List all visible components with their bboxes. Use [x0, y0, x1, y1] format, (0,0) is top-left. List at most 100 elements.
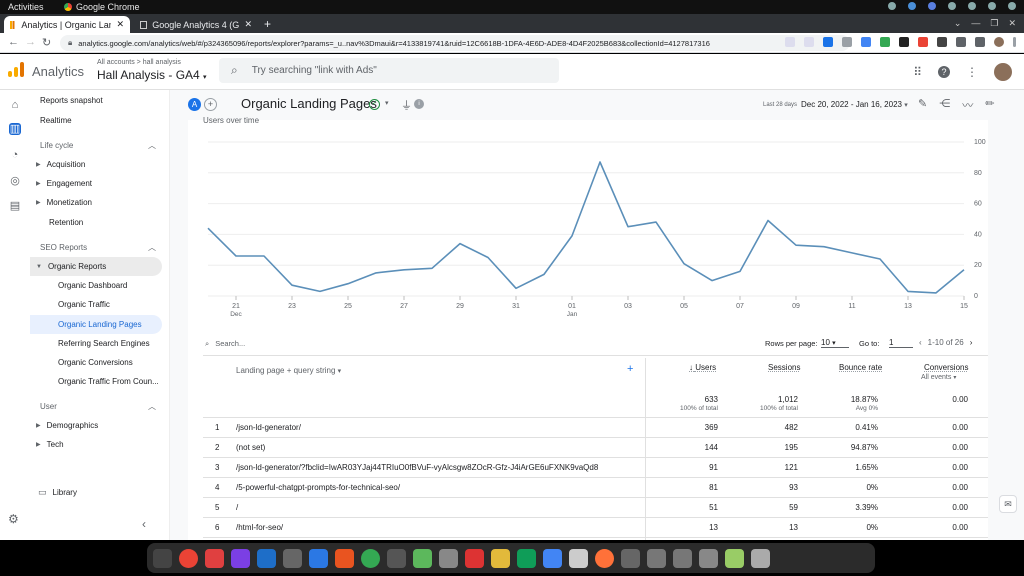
edit-pencil-icon[interactable]: ✏	[985, 97, 994, 113]
sidebar-item-organic-traffic[interactable]: Organic Traffic	[30, 295, 162, 314]
reload-icon[interactable]: ↻	[42, 36, 51, 49]
caret-down-icon[interactable]: ▾	[385, 99, 389, 107]
sidebar-item-realtime[interactable]: Realtime	[30, 111, 162, 130]
extension-icon[interactable]	[918, 37, 928, 47]
files-icon[interactable]	[283, 548, 302, 568]
user-avatar[interactable]	[994, 63, 1012, 81]
activities-button[interactable]: Activities	[8, 2, 44, 12]
row-landing-page[interactable]: /	[236, 503, 238, 512]
filter-icon[interactable]: ⏚	[401, 97, 412, 113]
data-point[interactable]	[624, 223, 632, 231]
window-icon[interactable]	[621, 548, 640, 568]
comparison-badge[interactable]: A	[188, 98, 201, 111]
firefox-icon[interactable]	[595, 548, 614, 568]
data-point[interactable]	[456, 240, 464, 248]
close-tab-icon[interactable]: ✕	[244, 19, 252, 30]
tray-icon[interactable]	[888, 2, 896, 10]
sidebar-item-engagement[interactable]: ▶ Engagement	[30, 174, 162, 193]
minimize-icon[interactable]: —	[971, 18, 980, 29]
add-dimension-icon[interactable]: +	[627, 363, 633, 375]
table-row[interactable]: 6/html-for-seo/13 13 0% 0.00	[203, 518, 988, 538]
show-apps-icon[interactable]	[751, 548, 770, 568]
data-point[interactable]	[960, 266, 968, 274]
volume-icon[interactable]	[988, 2, 996, 10]
sidebar-item-organic-landing-pages[interactable]: Organic Landing Pages	[30, 315, 162, 334]
new-tab-button[interactable]: +	[264, 17, 271, 31]
reports-icon[interactable]: ▥	[9, 123, 21, 135]
data-point[interactable]	[736, 267, 744, 275]
data-point[interactable]	[540, 270, 548, 278]
ga-search-bar[interactable]: ⌕ Try searching "link with Ads"	[219, 58, 559, 83]
forward-icon[interactable]: →	[25, 36, 36, 48]
notes-icon[interactable]	[491, 548, 510, 568]
row-landing-page[interactable]: /json-ld-generator/	[236, 423, 301, 432]
customize-report-icon[interactable]: ✎	[918, 97, 927, 113]
share-report-icon[interactable]: ⋲	[939, 97, 950, 113]
row-landing-page[interactable]: /5-powerful-chatgpt-prompts-for-technica…	[236, 483, 400, 492]
next-page-icon[interactable]: ›	[970, 338, 973, 347]
data-point[interactable]	[708, 277, 716, 285]
maximize-icon[interactable]: ❐	[990, 18, 998, 29]
editor-icon[interactable]	[439, 548, 458, 568]
data-point[interactable]	[400, 266, 408, 274]
column-sessions[interactable]: Sessions	[768, 363, 800, 372]
table-row[interactable]: 2 (not set) 144 195 94.87% 0.00	[203, 438, 988, 458]
profile-avatar[interactable]	[994, 37, 1004, 47]
trash-icon[interactable]	[725, 548, 744, 568]
terminal-icon[interactable]	[153, 548, 172, 568]
bookmark-star-icon[interactable]	[804, 37, 814, 47]
data-point[interactable]	[260, 252, 268, 260]
sidebar-section-user[interactable]: User ︿	[30, 397, 162, 416]
extension-icon[interactable]	[880, 37, 890, 47]
sidebar-item-demographics[interactable]: ▶ Demographics	[30, 416, 162, 435]
apps-grid-icon[interactable]: ⠿	[913, 65, 922, 79]
home-icon[interactable]: ⌂	[9, 99, 21, 111]
prev-page-icon[interactable]: ‹	[919, 338, 922, 347]
tab-analytics[interactable]: Analytics | Organic Landi ✕	[4, 16, 130, 33]
extension-icon[interactable]	[842, 37, 852, 47]
extension-icon[interactable]	[899, 37, 909, 47]
data-point[interactable]	[372, 269, 380, 277]
tray-icon[interactable]	[908, 2, 916, 10]
extension-icon[interactable]	[861, 37, 871, 47]
insights-icon[interactable]: 〰	[962, 97, 973, 113]
row-landing-page[interactable]: /json-ld-generator/?fbclid=IwAR03YJaj44T…	[236, 463, 598, 472]
data-point[interactable]	[512, 284, 520, 292]
data-point[interactable]	[204, 224, 212, 232]
tray-icon[interactable]	[928, 2, 936, 10]
wifi-icon[interactable]	[968, 2, 976, 10]
sidebar-section-seo-reports[interactable]: SEO Reports ︿	[30, 238, 162, 257]
chrome-icon[interactable]	[179, 548, 198, 568]
close-tab-icon[interactable]: ✕	[116, 19, 124, 30]
collapse-nav-icon[interactable]: ‹	[142, 517, 146, 531]
outlook-icon[interactable]	[257, 548, 276, 568]
software-icon[interactable]	[335, 548, 354, 568]
sidebar-item-organic-conversions[interactable]: Organic Conversions	[30, 353, 162, 372]
data-point[interactable]	[876, 255, 884, 263]
power-icon[interactable]	[1008, 2, 1016, 10]
sidebar-item-organic-traffic-from-country[interactable]: Organic Traffic From Coun...	[30, 372, 162, 391]
sidebar-item-reports-snapshot[interactable]: Reports snapshot	[30, 91, 162, 110]
admin-gear-icon[interactable]: ⚙	[8, 512, 19, 526]
extension-icon[interactable]	[937, 37, 947, 47]
table-row[interactable]: 5 / 51 59 3.39% 0.00	[203, 498, 988, 518]
filezilla-icon[interactable]	[465, 548, 484, 568]
filter-count-badge[interactable]: i	[414, 99, 424, 109]
tab-search-icon[interactable]: ⌄	[954, 18, 962, 29]
window-icon[interactable]	[673, 548, 692, 568]
puzzle-icon[interactable]	[956, 37, 966, 47]
column-conversions[interactable]: Conversions	[924, 363, 968, 372]
share-icon[interactable]	[785, 37, 795, 47]
window-icon[interactable]	[699, 548, 718, 568]
data-point[interactable]	[428, 264, 436, 272]
data-point[interactable]	[568, 232, 576, 240]
sidebar-section-life-cycle[interactable]: Life cycle ︿	[30, 136, 162, 155]
feedback-icon[interactable]: ✉	[999, 495, 1017, 513]
table-row[interactable]: 1/json-ld-generator/369 482 0.41% 0.00	[203, 418, 988, 438]
table-row[interactable]: 4/5-powerful-chatgpt-prompts-for-technic…	[203, 478, 988, 498]
sidebar-item-tech[interactable]: ▶ Tech	[30, 435, 162, 454]
date-range-picker[interactable]: Dec 20, 2022 - Jan 16, 2023 ▾	[801, 100, 908, 109]
data-point[interactable]	[232, 252, 240, 260]
menu-kebab-icon[interactable]	[1013, 37, 1016, 47]
tray-icon[interactable]	[948, 2, 956, 10]
